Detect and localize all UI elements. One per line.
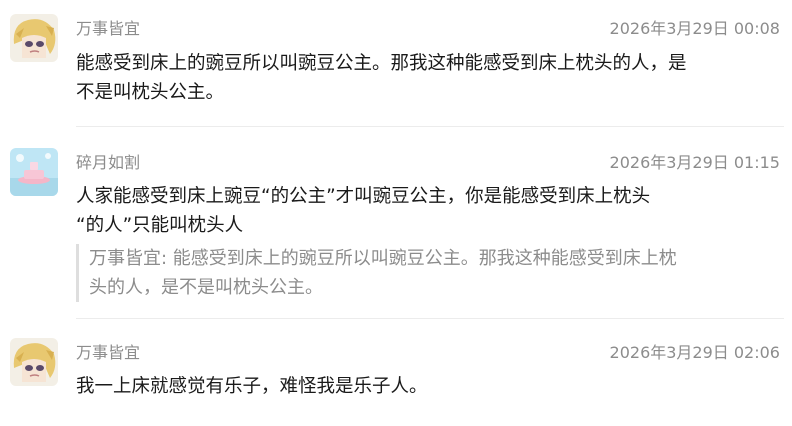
comment-body-line: 能感受到床上的豌豆所以叫豌豆公主。那我这种能感受到床上枕头的人，是 [76,53,687,74]
quoted-reply-line: 万事皆宜: 能感受到床上的豌豆所以叫豌豆公主。那我这种能感受到床上枕 [89,248,677,269]
user-avatar[interactable] [10,338,58,386]
comment-username[interactable]: 碎月如割 [76,153,140,173]
comment-body-line: 不是叫枕头公主。 [76,82,225,103]
comment-timestamp: 2026年3月29日 02:06 [609,343,780,362]
quoted-reply[interactable]: 万事皆宜: 能感受到床上的豌豆所以叫豌豆公主。那我这种能感受到床上枕 头的人，是… [76,244,789,302]
anime-girl-avatar-icon [10,338,58,386]
comment-timestamp: 2026年3月29日 00:08 [609,19,780,38]
comment-body-line: 人家能感受到床上豌豆“的公主”才叫豌豆公主，你是能感受到床上枕头 [76,186,651,207]
comment-divider [76,126,784,127]
comment-body: 我一上床就感觉有乐子，难怪我是乐子人。 [76,372,776,401]
comment-divider [76,318,784,319]
comment-body-line: “的人”只能叫枕头人 [76,215,244,236]
quoted-reply-line: 头的人，是不是叫枕头公主。 [89,277,323,298]
anime-girl-avatar-icon [10,14,58,62]
comment-username[interactable]: 万事皆宜 [76,19,140,39]
comment-body: 能感受到床上的豌豆所以叫豌豆公主。那我这种能感受到床上枕头的人，是 不是叫枕头公… [76,49,776,107]
comment-body: 人家能感受到床上豌豆“的公主”才叫豌豆公主，你是能感受到床上枕头 “的人”只能叫… [76,182,776,240]
comment-body-line: 我一上床就感觉有乐子，难怪我是乐子人。 [76,376,428,397]
user-avatar[interactable] [10,14,58,62]
user-avatar[interactable] [10,148,58,196]
pink-ship-avatar-icon [10,148,58,196]
comment-username[interactable]: 万事皆宜 [76,343,140,363]
comment-timestamp: 2026年3月29日 01:15 [609,153,780,172]
